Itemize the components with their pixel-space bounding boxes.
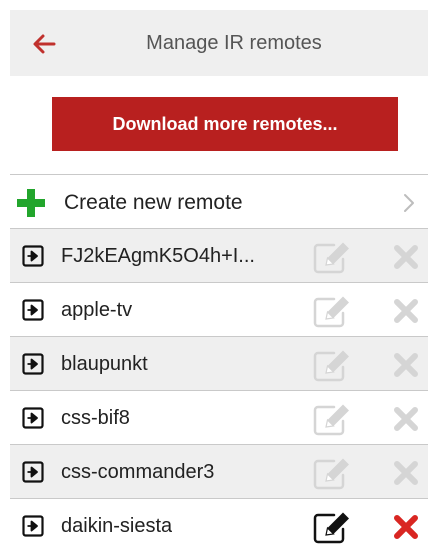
remote-list: FJ2kEAgmK5O4h+I... apple-tv blaupunkt css-b… [10,228,428,552]
edit-pencil-icon[interactable] [312,401,352,437]
remote-name: blaupunkt [61,353,148,375]
remote-name: css-bif8 [61,407,130,429]
delete-x-icon[interactable] [392,243,420,271]
delete-x-icon[interactable] [392,351,420,379]
edit-pencil-icon[interactable] [312,347,352,383]
remote-name: FJ2kEAgmK5O4h+I... [61,245,255,267]
create-new-remote-row[interactable]: Create new remote [10,174,428,228]
edit-pencil-icon[interactable] [312,455,352,491]
plus-icon [17,189,45,217]
edit-pencil-icon[interactable] [312,509,352,545]
remote-name: daikin-siesta [61,515,173,537]
remote-name: css-commander3 [61,461,215,483]
remote-row[interactable]: css-commander3 [10,444,428,498]
send-signal-icon [22,407,44,429]
header-bar: Manage IR remotes [10,10,428,76]
remote-row[interactable]: apple-tv [10,282,428,336]
send-signal-icon [22,299,44,321]
chevron-right-icon [404,194,414,212]
send-signal-icon [22,245,44,267]
remote-row[interactable]: FJ2kEAgmK5O4h+I... [10,228,428,282]
create-new-remote-label: Create new remote [64,191,243,214]
send-signal-icon [22,515,44,537]
remote-row[interactable]: css-bif8 [10,390,428,444]
download-more-remotes-button[interactable]: Download more remotes... [52,97,398,151]
remote-name: apple-tv [61,299,133,321]
edit-pencil-icon[interactable] [312,293,352,329]
remote-row[interactable]: blaupunkt [10,336,428,390]
remote-row[interactable]: daikin-siesta [10,498,428,552]
delete-x-icon[interactable] [392,405,420,433]
page-title: Manage IR remotes [146,32,322,54]
edit-pencil-icon[interactable] [312,239,352,275]
delete-x-icon[interactable] [392,297,420,325]
send-signal-icon [22,353,44,375]
send-signal-icon [22,461,44,483]
delete-x-icon[interactable] [392,459,420,487]
